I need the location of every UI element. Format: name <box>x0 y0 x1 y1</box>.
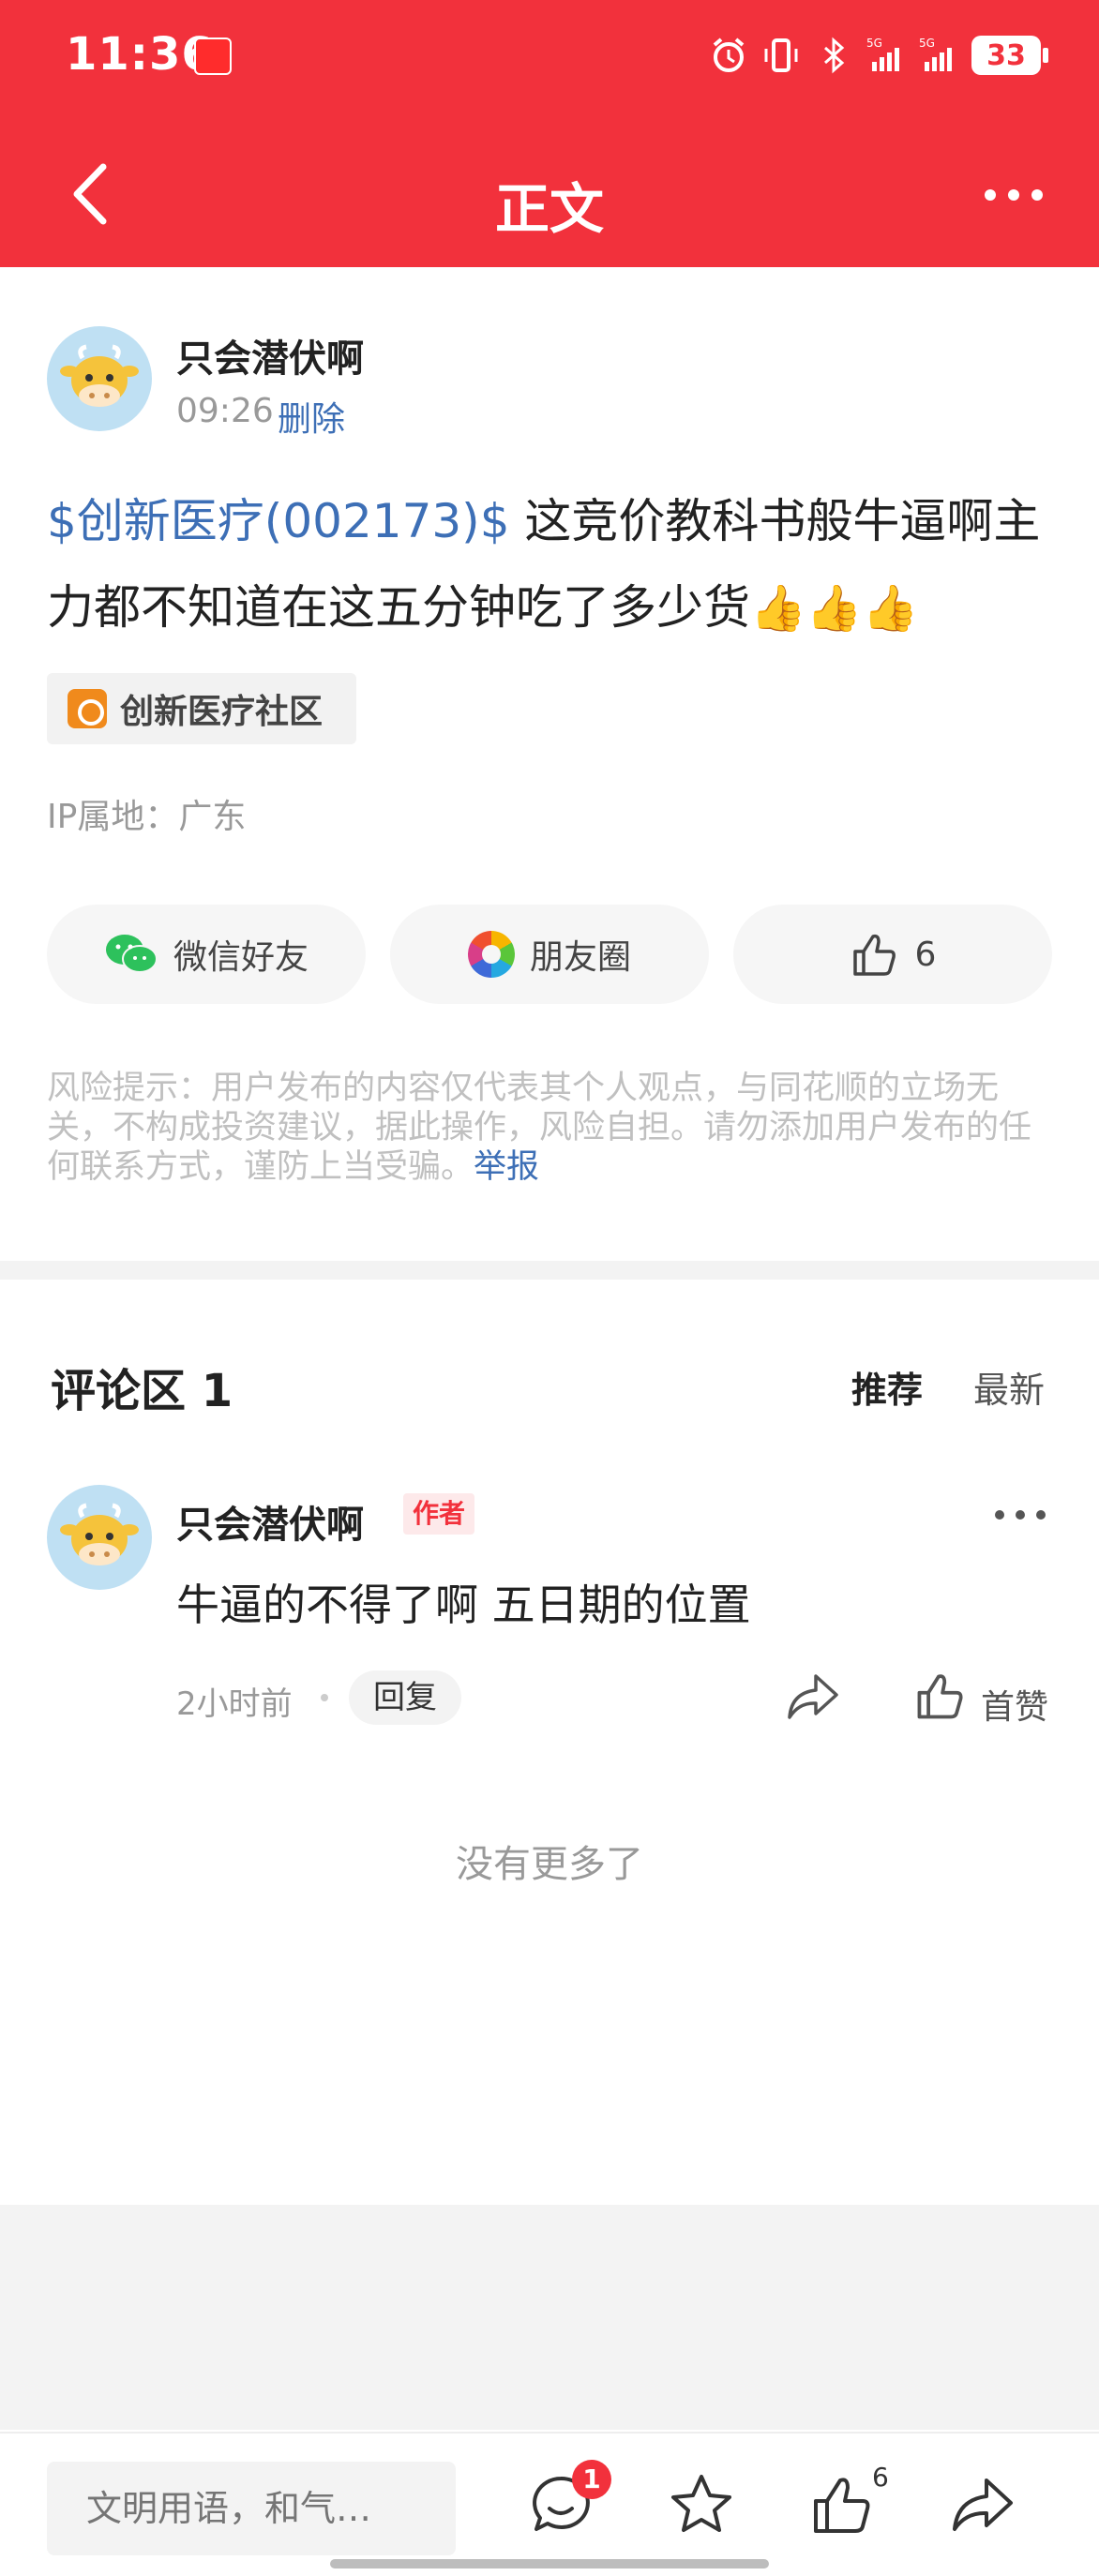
sort-recommend-tab[interactable]: 推荐 <box>851 1361 923 1413</box>
post-body: $创新医疗(002173)$ 这竞价教科书般牛逼啊主力都不知道在这五分钟吃了多少… <box>47 478 1060 651</box>
thumbs-emoji: 👍👍👍 <box>750 582 919 635</box>
section-divider <box>0 1261 1099 1280</box>
comment-time: 2小时前 <box>176 1685 293 1723</box>
status-time: 11:36 <box>66 28 214 81</box>
share-wechat-label: 微信好友 <box>173 938 309 977</box>
delete-button[interactable]: 删除 <box>278 392 345 441</box>
author-name[interactable]: 只会潜伏啊 <box>176 328 364 382</box>
thumbs-up-icon[interactable] <box>913 1669 968 1723</box>
post-like-button[interactable]: 6 <box>733 905 1052 1004</box>
signal-icon-2: 5G <box>919 37 952 71</box>
community-label: 创新医疗社区 <box>120 693 324 731</box>
bluetooth-icon <box>824 37 845 74</box>
post-like-count: 6 <box>914 935 937 974</box>
sort-newest-tab[interactable]: 最新 <box>973 1361 1045 1413</box>
author-badge: 作者 <box>403 1493 475 1535</box>
thumbs-up-icon[interactable] <box>808 2471 876 2539</box>
svg-text:5G: 5G <box>919 37 935 50</box>
comment-avatar[interactable] <box>47 1485 152 1590</box>
stock-link[interactable]: $创新医疗(002173)$ <box>47 494 510 548</box>
app-notification-icon <box>194 37 232 75</box>
status-icons: 5G 5G 33 <box>709 30 1048 81</box>
comment-like-label[interactable]: 首赞 <box>981 1680 1048 1729</box>
comment-text: 牛逼的不得了啊 五日期的位置 <box>176 1580 751 1630</box>
cow-avatar-icon <box>60 1503 139 1565</box>
comment-more-icon[interactable] <box>992 1498 1048 1532</box>
signal-icon: 5G <box>866 37 899 71</box>
comment-count-badge: 1 <box>572 2460 611 2499</box>
ip-location: IP属地：广东 <box>47 798 247 836</box>
share-wechat-button[interactable]: 微信好友 <box>47 905 366 1004</box>
more-icon[interactable] <box>981 176 1046 214</box>
reply-button[interactable]: 回复 <box>349 1670 461 1725</box>
like-count: 6 <box>872 2462 889 2493</box>
share-moments-button[interactable]: 朋友圈 <box>390 905 709 1004</box>
battery-icon: 33 <box>971 36 1048 75</box>
author-avatar[interactable] <box>47 326 152 431</box>
page-title: 正文 <box>494 177 604 241</box>
top-bar: 11:36 5G 5G 33 正文 <box>0 0 1099 267</box>
community-tag[interactable]: 创新医疗社区 <box>47 673 356 744</box>
star-icon[interactable] <box>668 2471 735 2539</box>
wechat-icon <box>105 935 158 973</box>
comment-author[interactable]: 只会潜伏啊 <box>176 1494 364 1549</box>
community-icon <box>68 689 107 728</box>
bottom-bar: 1 6 <box>0 2432 1099 2576</box>
report-link[interactable]: 举报 <box>474 1148 539 1186</box>
comment-input[interactable] <box>47 2462 456 2555</box>
no-more-label: 没有更多了 <box>456 1843 643 1886</box>
alarm-icon <box>713 37 745 72</box>
separator-dot <box>321 1694 328 1701</box>
post-time: 09:26 <box>176 392 274 430</box>
moments-icon <box>467 931 515 978</box>
cow-avatar-icon <box>60 344 139 407</box>
share-icon[interactable] <box>784 1670 842 1723</box>
home-indicator[interactable] <box>330 2559 769 2569</box>
comments-title: 评论区 1 <box>51 1365 233 1417</box>
battery-level: 33 <box>986 38 1026 72</box>
svg-text:5G: 5G <box>866 37 882 50</box>
risk-note: 风险提示：用户发布的内容仅代表其个人观点，与同花顺的立场无关，不构成投资建议，据… <box>47 1069 1056 1187</box>
share-row: 微信好友 朋友圈 6 <box>47 905 1052 1004</box>
vibrate-icon <box>764 38 798 72</box>
page-background-fill <box>0 2205 1099 2430</box>
share-icon[interactable] <box>949 2471 1016 2539</box>
share-moments-label: 朋友圈 <box>529 938 631 977</box>
thumbs-up-icon <box>852 934 896 976</box>
